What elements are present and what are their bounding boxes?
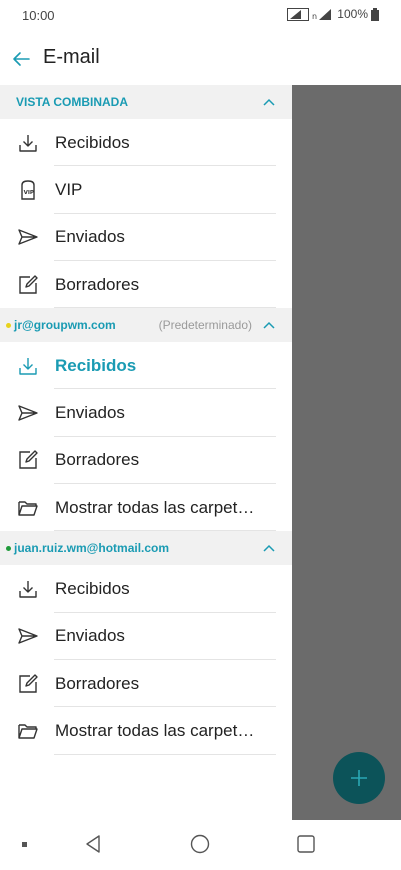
page-title: E-mail — [43, 46, 100, 68]
app-header: E-mail — [0, 36, 401, 82]
folder-label: Recibidos — [55, 132, 130, 152]
section-title: juan.ruiz.wm@hotmail.com — [14, 541, 170, 556]
section-header-combined-view[interactable]: VISTA COMBINADA — [0, 85, 292, 119]
nav-recent-apps-icon[interactable] — [297, 835, 315, 853]
chevron-up-icon[interactable] — [262, 319, 276, 331]
folder-item-inbox-selected[interactable]: Recibidos — [0, 342, 292, 390]
default-account-label: (Predeterminado) — [158, 318, 252, 333]
folder-item-sent[interactable]: Enviados — [0, 389, 292, 438]
nav-back-icon[interactable] — [84, 834, 102, 854]
status-icons: n 100% — [287, 7, 379, 21]
section-header-account-groupwm[interactable]: jr@groupwm.com (Predeterminado) — [0, 308, 292, 343]
plus-icon — [351, 770, 367, 786]
status-time: 10:00 — [22, 8, 55, 23]
battery-icon — [371, 7, 379, 21]
compose-fab-button[interactable] — [333, 752, 385, 804]
drafts-icon — [17, 274, 39, 296]
folder-label: Borradores — [55, 673, 140, 693]
sent-icon — [17, 402, 39, 424]
folder-label: Mostrar todas las carpet… — [55, 497, 255, 517]
navigation-drawer: VISTA COMBINADA Recibidos VIP VIP Enviad… — [0, 85, 292, 820]
folder-item-inbox[interactable]: Recibidos — [0, 119, 292, 167]
drawer-scrim[interactable] — [292, 85, 401, 820]
folder-item-show-all-folders[interactable]: Mostrar todas las carpet… — [0, 707, 292, 755]
section-title: jr@groupwm.com — [14, 318, 116, 333]
folder-label: Enviados — [55, 403, 125, 423]
section-title: VISTA COMBINADA — [16, 95, 128, 109]
svg-text:VIP: VIP — [24, 190, 34, 196]
chevron-up-icon[interactable] — [262, 542, 276, 554]
svg-text:n: n — [312, 12, 317, 21]
back-arrow-icon[interactable] — [10, 48, 32, 70]
folder-item-sent[interactable]: Enviados — [0, 214, 292, 262]
signal-sim2-icon: n — [312, 8, 332, 21]
folder-item-drafts[interactable]: Borradores — [0, 437, 292, 485]
folder-item-show-all-folders[interactable]: Mostrar todas las carpet… — [0, 484, 292, 532]
folder-item-inbox[interactable]: Recibidos — [0, 565, 292, 613]
account-color-dot — [6, 545, 11, 551]
folder-label: Enviados — [55, 626, 125, 646]
folder-item-vip[interactable]: VIP VIP — [0, 166, 292, 214]
folder-label: Borradores — [55, 450, 140, 470]
folder-item-sent[interactable]: Enviados — [0, 613, 292, 661]
system-navigation-bar — [0, 820, 401, 870]
battery-percent: 100% — [337, 7, 368, 21]
chevron-up-icon[interactable] — [262, 96, 276, 108]
sent-icon — [17, 625, 39, 647]
folder-label: Enviados — [55, 227, 125, 247]
account-color-dot — [6, 322, 11, 328]
section-header-account-hotmail[interactable]: juan.ruiz.wm@hotmail.com — [0, 531, 292, 566]
vip-icon: VIP — [17, 179, 39, 201]
status-bar: 10:00 n 100% — [0, 0, 401, 34]
drafts-icon — [17, 449, 39, 471]
folder-icon — [17, 497, 39, 519]
folder-label: Recibidos — [55, 579, 130, 599]
folder-label: Borradores — [55, 274, 140, 294]
inbox-icon — [17, 355, 39, 377]
folder-label: VIP — [55, 179, 83, 199]
folder-icon — [17, 720, 39, 742]
folder-label: Recibidos — [55, 355, 137, 375]
nav-home-icon[interactable] — [190, 834, 210, 854]
drafts-icon — [17, 673, 39, 695]
signal-sim1-icon — [287, 7, 310, 21]
sent-icon — [17, 226, 39, 248]
folder-item-drafts[interactable]: Borradores — [0, 261, 292, 309]
inbox-icon — [17, 578, 39, 600]
nav-indicator-icon — [22, 842, 27, 847]
folder-label: Mostrar todas las carpet… — [55, 720, 255, 740]
inbox-icon — [17, 132, 39, 154]
folder-item-drafts[interactable]: Borradores — [0, 660, 292, 708]
